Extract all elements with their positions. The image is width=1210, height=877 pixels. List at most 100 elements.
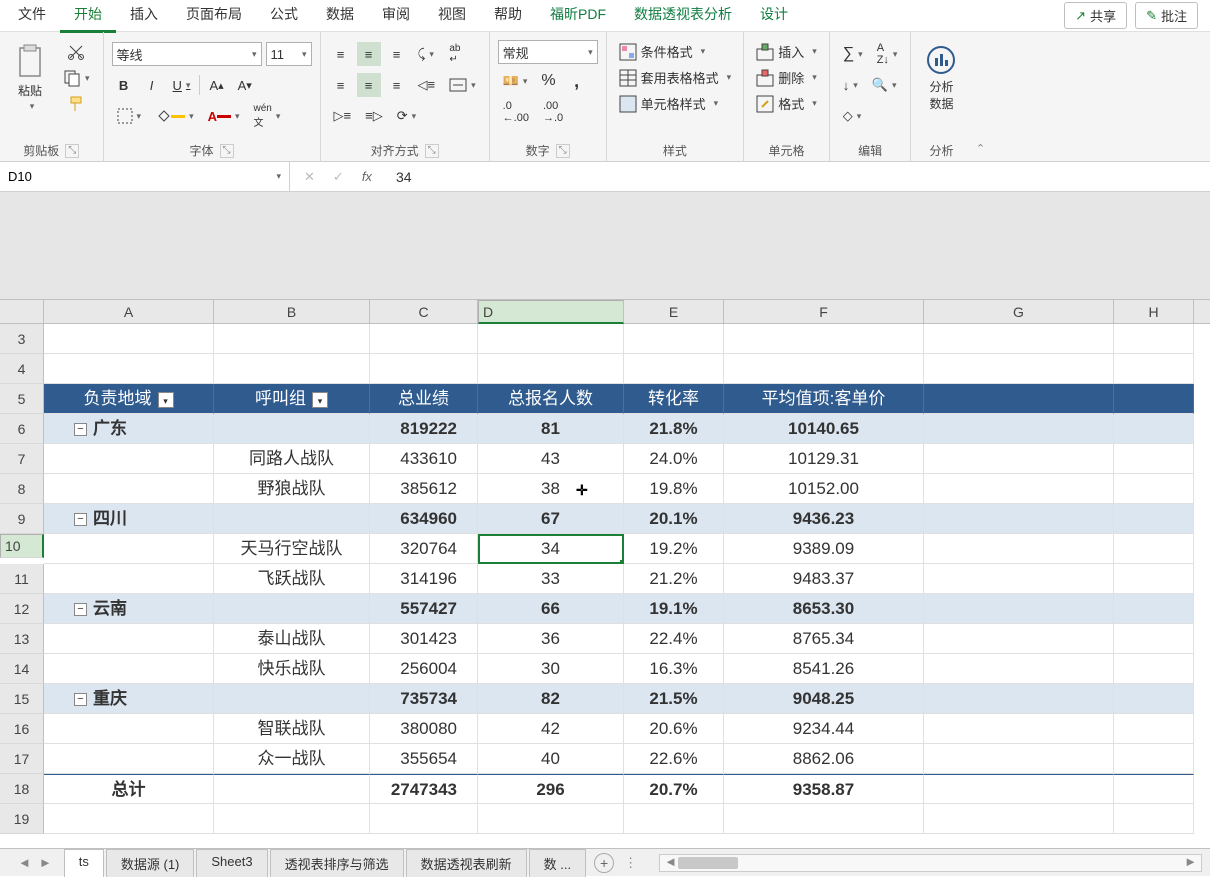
cell-A16[interactable] xyxy=(44,714,214,744)
cell-D16[interactable]: 42 xyxy=(478,714,624,744)
menu-设计[interactable]: 设计 xyxy=(746,0,802,33)
cell-B8[interactable]: 野狼战队 xyxy=(214,474,370,504)
cell-styles-button[interactable]: 单元格样式▾ xyxy=(615,92,723,115)
cell-F12[interactable]: 8653.30 xyxy=(724,594,924,624)
row-header-6[interactable]: 6 xyxy=(0,414,44,444)
menu-页面布局[interactable]: 页面布局 xyxy=(172,0,256,33)
cell-H18[interactable] xyxy=(1114,774,1194,804)
add-sheet-button[interactable]: + xyxy=(594,853,614,873)
cell-D14[interactable]: 30 xyxy=(478,654,624,684)
cell-F16[interactable]: 9234.44 xyxy=(724,714,924,744)
cell-G19[interactable] xyxy=(924,804,1114,834)
cell-G6[interactable] xyxy=(924,414,1114,444)
cell-B9[interactable] xyxy=(214,504,370,534)
cell-H11[interactable] xyxy=(1114,564,1194,594)
row-header-16[interactable]: 16 xyxy=(0,714,44,744)
cell-C19[interactable] xyxy=(370,804,478,834)
cell-B10[interactable]: 天马行空战队 xyxy=(214,534,370,564)
border-button[interactable]: ▾ xyxy=(112,104,147,128)
autosum-button[interactable]: ∑▾ xyxy=(838,42,868,66)
cell-B17[interactable]: 众一战队 xyxy=(214,744,370,774)
decrease-indent[interactable]: ◁≡ xyxy=(413,73,441,97)
cancel-formula[interactable]: ✕ xyxy=(296,169,323,185)
cell-C16[interactable]: 380080 xyxy=(370,714,478,744)
cell-H6[interactable] xyxy=(1114,414,1194,444)
cell-C17[interactable]: 355654 xyxy=(370,744,478,774)
row-header-8[interactable]: 8 xyxy=(0,474,44,504)
cell-F15[interactable]: 9048.25 xyxy=(724,684,924,714)
menu-数据透视表分析[interactable]: 数据透视表分析 xyxy=(620,0,746,33)
cell-H12[interactable] xyxy=(1114,594,1194,624)
cell-H3[interactable] xyxy=(1114,324,1194,354)
cell-G11[interactable] xyxy=(924,564,1114,594)
cell-F10[interactable]: 9389.09 xyxy=(724,534,924,564)
format-cells-button[interactable]: 格式▾ xyxy=(752,92,821,115)
sheet-nav-prev[interactable]: ◄ xyxy=(18,855,31,870)
row-header-5[interactable]: 5 xyxy=(0,384,44,414)
fill-color-button[interactable]: ▾ xyxy=(150,104,199,128)
row-header-18[interactable]: 18 xyxy=(0,774,44,804)
cell-D8[interactable]: 38 xyxy=(478,474,624,504)
collapse-icon[interactable]: − xyxy=(74,513,87,526)
font-name-select[interactable]: 等线▾ xyxy=(112,42,262,66)
sort-button[interactable]: AZ↓▾ xyxy=(872,42,903,66)
col-header-A[interactable]: A xyxy=(44,300,214,323)
cell-E9[interactable]: 20.1% xyxy=(624,504,724,534)
format-table-button[interactable]: 套用表格格式▾ xyxy=(615,66,736,89)
row-header-9[interactable]: 9 xyxy=(0,504,44,534)
row-header-14[interactable]: 14 xyxy=(0,654,44,684)
cell-F7[interactable]: 10129.31 xyxy=(724,444,924,474)
cell-A7[interactable] xyxy=(44,444,214,474)
cell-A17[interactable] xyxy=(44,744,214,774)
cell-E18[interactable]: 20.7% xyxy=(624,774,724,804)
cell-G5[interactable] xyxy=(924,384,1114,414)
align-launcher[interactable]: ⤡ xyxy=(425,144,439,158)
cell-H4[interactable] xyxy=(1114,354,1194,384)
cell-D18[interactable]: 296 xyxy=(478,774,624,804)
sheet-tab-5[interactable]: 数 ... xyxy=(529,849,586,877)
cell-E19[interactable] xyxy=(624,804,724,834)
number-launcher[interactable]: ⤡ xyxy=(556,144,570,158)
align-bottom[interactable]: ≡ xyxy=(385,42,409,66)
cell-F9[interactable]: 9436.23 xyxy=(724,504,924,534)
cell-A3[interactable] xyxy=(44,324,214,354)
cell-E14[interactable]: 16.3% xyxy=(624,654,724,684)
clipboard-launcher[interactable]: ⤡ xyxy=(65,144,79,158)
menu-视图[interactable]: 视图 xyxy=(424,0,480,33)
col-header-H[interactable]: H xyxy=(1114,300,1194,323)
row-header-17[interactable]: 17 xyxy=(0,744,44,774)
cell-F4[interactable] xyxy=(724,354,924,384)
cell-D17[interactable]: 40 xyxy=(478,744,624,774)
cell-B18[interactable] xyxy=(214,774,370,804)
cell-E3[interactable] xyxy=(624,324,724,354)
menu-帮助[interactable]: 帮助 xyxy=(480,0,536,33)
collapse-icon[interactable]: − xyxy=(74,603,87,616)
wrap-text[interactable]: ab↵ xyxy=(443,42,467,66)
cell-C6[interactable]: 819222 xyxy=(370,414,478,444)
cell-E4[interactable] xyxy=(624,354,724,384)
cell-H19[interactable] xyxy=(1114,804,1194,834)
cell-C11[interactable]: 314196 xyxy=(370,564,478,594)
fx-button[interactable]: fx xyxy=(354,169,380,184)
cell-H9[interactable] xyxy=(1114,504,1194,534)
align-center[interactable]: ≡ xyxy=(357,73,381,97)
cell-A6[interactable]: −广东 xyxy=(44,414,214,444)
decrease-decimal[interactable]: .00→.0 xyxy=(538,100,568,124)
increase-decimal[interactable]: .0←.00 xyxy=(498,100,534,124)
cell-E10[interactable]: 19.2% xyxy=(624,534,724,564)
cell-C4[interactable] xyxy=(370,354,478,384)
cell-F14[interactable]: 8541.26 xyxy=(724,654,924,684)
align-left[interactable]: ≡ xyxy=(329,73,353,97)
select-all-corner[interactable] xyxy=(0,300,44,323)
accept-formula[interactable]: ✓ xyxy=(325,169,352,185)
cell-F5[interactable]: 平均值项:客单价 xyxy=(724,384,924,414)
cell-H10[interactable] xyxy=(1114,534,1194,564)
cell-B16[interactable]: 智联战队 xyxy=(214,714,370,744)
cell-D19[interactable] xyxy=(478,804,624,834)
cell-C7[interactable]: 433610 xyxy=(370,444,478,474)
cell-C8[interactable]: 385612 xyxy=(370,474,478,504)
cell-A10[interactable] xyxy=(44,534,214,564)
cell-D6[interactable]: 81 xyxy=(478,414,624,444)
delete-cells-button[interactable]: 删除▾ xyxy=(752,66,821,89)
cell-C13[interactable]: 301423 xyxy=(370,624,478,654)
